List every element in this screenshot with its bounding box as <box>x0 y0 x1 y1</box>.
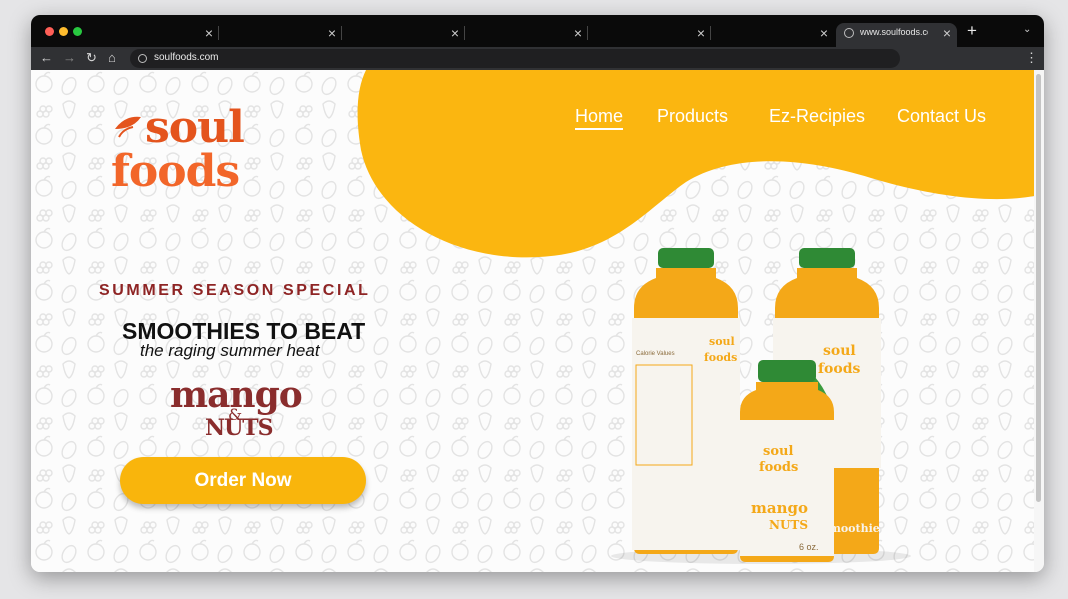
close-icon[interactable]: × <box>328 25 336 41</box>
minimize-window-button[interactable] <box>59 27 68 36</box>
product-name-nuts: NUTS <box>205 415 274 441</box>
close-icon[interactable]: × <box>697 25 705 41</box>
close-icon[interactable]: × <box>574 25 582 41</box>
site-info-icon[interactable] <box>138 54 147 63</box>
home-button[interactable]: ⌂ <box>108 50 116 66</box>
nav-recipes-link[interactable]: Ez-Recipies <box>769 106 865 127</box>
close-window-button[interactable] <box>45 27 54 36</box>
page-scrollbar[interactable] <box>1034 70 1044 572</box>
url-text: soulfoods.com <box>154 52 219 63</box>
reload-button[interactable]: ↻ <box>86 50 97 66</box>
bottle-flavor-mango: mango <box>751 499 808 517</box>
nav-products-link[interactable]: Products <box>657 106 728 127</box>
tab-title: www.soulfoods.com <box>860 27 928 37</box>
bottle-brand-soul: soul <box>763 444 793 459</box>
order-now-button[interactable]: Order Now <box>120 457 366 504</box>
browser-tab[interactable]: × <box>711 23 834 47</box>
soul-foods-logo[interactable]: soul foods <box>109 103 269 207</box>
tab-search-icon[interactable]: ⌄ <box>1023 24 1031 35</box>
new-tab-button[interactable]: + <box>967 22 977 40</box>
close-icon[interactable]: × <box>943 25 951 41</box>
bottle-large-left: Calorie Values soul foods <box>632 248 740 554</box>
close-icon[interactable]: × <box>451 25 459 41</box>
browser-tab[interactable]: × <box>94 23 219 47</box>
browser-toolbar: ← → ↻ ⌂ soulfoods.com ⋮ <box>31 47 1044 70</box>
address-bar[interactable]: soulfoods.com <box>130 49 900 68</box>
browser-window: × × × × × × www.soulfoods.com × + ⌄ <box>31 15 1044 572</box>
bottle-brand-soul: soul <box>709 335 735 348</box>
back-button[interactable]: ← <box>40 50 53 66</box>
hero-subline: the raging summer heat <box>140 341 320 360</box>
tab-bar: × × × × × × www.soulfoods.com × + ⌄ <box>31 15 1044 47</box>
nav-contact-link[interactable]: Contact Us <box>897 106 986 127</box>
close-icon[interactable]: × <box>820 25 828 41</box>
browser-tab-active[interactable]: www.soulfoods.com × <box>836 23 957 47</box>
browser-tab[interactable]: × <box>465 23 588 47</box>
browser-tab[interactable]: × <box>588 23 711 47</box>
bottle-brand-foods: foods <box>818 361 860 377</box>
bottle-flavor-nuts: NUTS <box>835 446 871 459</box>
bottle-brand-soul: soul <box>823 343 856 359</box>
nutrition-label: Calorie Values <box>636 351 675 357</box>
nav-home-link[interactable]: Home <box>575 106 624 130</box>
logo-word-foods: foods <box>111 146 240 197</box>
smoothie-bottles-image: Calorie Values soul foods soul foods man… <box>611 248 911 564</box>
bottle-size-label: 6 oz. <box>799 542 819 552</box>
web-page: soul foods Home Products Ez-Recipies Con… <box>31 70 1034 572</box>
close-icon[interactable]: × <box>205 25 213 41</box>
browser-tab[interactable]: × <box>219 23 342 47</box>
browser-menu-button[interactable]: ⋮ <box>1025 50 1038 66</box>
scrollbar-thumb[interactable] <box>1036 74 1041 502</box>
hero-kicker: SUMMER SEASON SPECIAL <box>99 282 371 299</box>
bottle-brand-foods: foods <box>704 351 737 364</box>
bottle-brand-foods: foods <box>759 460 798 475</box>
browser-tab[interactable]: × <box>342 23 465 47</box>
forward-button[interactable]: → <box>63 50 76 66</box>
leaf-logo-icon <box>115 116 141 138</box>
globe-icon <box>844 28 854 38</box>
bottle-flavor-nuts: NUTS <box>769 518 808 532</box>
maximize-window-button[interactable] <box>73 27 82 36</box>
